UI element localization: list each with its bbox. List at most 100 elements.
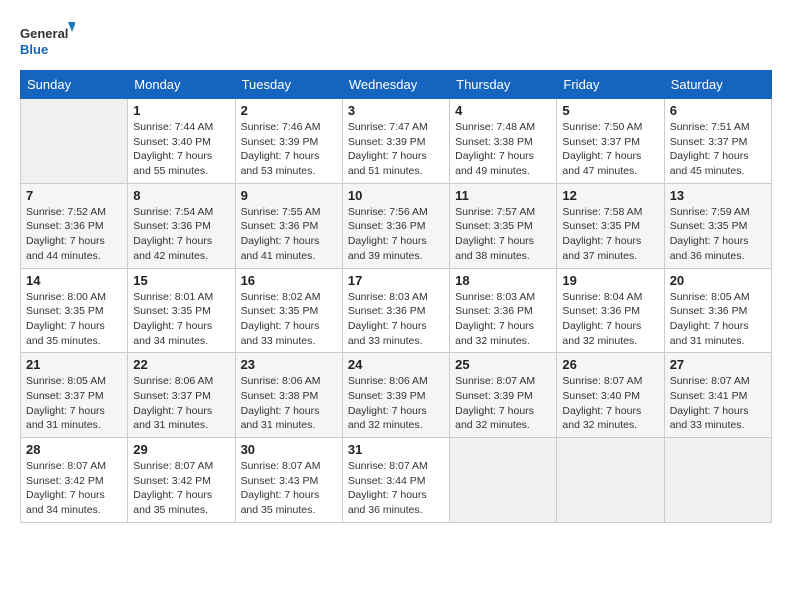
day-number: 19 — [562, 273, 658, 288]
day-info: Sunrise: 8:05 AMSunset: 3:36 PMDaylight:… — [670, 290, 766, 349]
calendar-cell: 23 Sunrise: 8:06 AMSunset: 3:38 PMDayligh… — [235, 353, 342, 438]
day-number: 28 — [26, 442, 122, 457]
day-info: Sunrise: 8:07 AMSunset: 3:42 PMDaylight:… — [26, 459, 122, 518]
calendar-header-row: SundayMondayTuesdayWednesdayThursdayFrid… — [21, 71, 772, 99]
calendar-cell: 22Sunrise: 8:06 AMSunset: 3:37 PMDayligh… — [128, 353, 235, 438]
day-number: 7 — [26, 188, 122, 203]
calendar-cell: 7Sunrise: 7:52 AMSunset: 3:36 PMDaylight… — [21, 183, 128, 268]
day-of-week-header: Wednesday — [342, 71, 449, 99]
page-header: General Blue — [20, 20, 772, 60]
day-info: Sunrise: 8:05 AMSunset: 3:37 PMDaylight:… — [26, 374, 122, 433]
calendar-cell: 25 Sunrise: 8:07 AMSunset: 3:39 PMDayligh… — [450, 353, 557, 438]
day-number: 24 — [348, 357, 444, 372]
day-of-week-header: Friday — [557, 71, 664, 99]
calendar-cell: 11Sunrise: 7:57 AMSunset: 3:35 PMDayligh… — [450, 183, 557, 268]
day-number: 2 — [241, 103, 337, 118]
calendar-cell: 26Sunrise: 8:07 AMSunset: 3:40 PMDayligh… — [557, 353, 664, 438]
day-number: 27 — [670, 357, 766, 372]
calendar-cell: 14 Sunrise: 8:00 AMSunset: 3:35 PMDayligh… — [21, 268, 128, 353]
calendar-cell: 6 Sunrise: 7:51 AMSunset: 3:37 PMDaylight… — [664, 99, 771, 184]
day-of-week-header: Saturday — [664, 71, 771, 99]
day-info: Sunrise: 8:06 AMSunset: 3:37 PMDaylight:… — [133, 374, 229, 433]
day-of-week-header: Monday — [128, 71, 235, 99]
day-number: 29 — [133, 442, 229, 457]
day-of-week-header: Sunday — [21, 71, 128, 99]
calendar-week-row: 1 Sunrise: 7:44 AMSunset: 3:40 PMDaylight… — [21, 99, 772, 184]
day-info: Sunrise: 7:51 AMSunset: 3:37 PMDaylight:… — [670, 120, 766, 179]
day-number: 25 — [455, 357, 551, 372]
day-number: 13 — [670, 188, 766, 203]
day-number: 8 — [133, 188, 229, 203]
calendar-cell: 29 Sunrise: 8:07 AMSunset: 3:42 PMDayligh… — [128, 438, 235, 523]
calendar-cell: 18 Sunrise: 8:03 AMSunset: 3:36 PMDayligh… — [450, 268, 557, 353]
calendar-cell — [450, 438, 557, 523]
day-number: 4 — [455, 103, 551, 118]
day-info: Sunrise: 7:44 AMSunset: 3:40 PMDaylight:… — [133, 120, 229, 179]
day-number: 12 — [562, 188, 658, 203]
day-info: Sunrise: 8:06 AMSunset: 3:39 PMDaylight:… — [348, 374, 444, 433]
day-number: 31 — [348, 442, 444, 457]
calendar-cell: 2 Sunrise: 7:46 AMSunset: 3:39 PMDaylight… — [235, 99, 342, 184]
day-info: Sunrise: 7:54 AMSunset: 3:36 PMDaylight:… — [133, 205, 229, 264]
calendar-cell: 13 Sunrise: 7:59 AMSunset: 3:35 PMDayligh… — [664, 183, 771, 268]
calendar-cell: 3Sunrise: 7:47 AMSunset: 3:39 PMDaylight… — [342, 99, 449, 184]
day-number: 9 — [241, 188, 337, 203]
day-info: Sunrise: 8:07 AMSunset: 3:39 PMDaylight:… — [455, 374, 551, 433]
calendar-cell: 5 Sunrise: 7:50 AMSunset: 3:37 PMDaylight… — [557, 99, 664, 184]
day-info: Sunrise: 7:50 AMSunset: 3:37 PMDaylight:… — [562, 120, 658, 179]
calendar-cell: 17 Sunrise: 8:03 AMSunset: 3:36 PMDayligh… — [342, 268, 449, 353]
calendar-cell: 24 Sunrise: 8:06 AMSunset: 3:39 PMDayligh… — [342, 353, 449, 438]
day-of-week-header: Thursday — [450, 71, 557, 99]
day-number: 14 — [26, 273, 122, 288]
calendar-cell: 4Sunrise: 7:48 AMSunset: 3:38 PMDaylight… — [450, 99, 557, 184]
calendar-cell — [664, 438, 771, 523]
day-info: Sunrise: 8:01 AMSunset: 3:35 PMDaylight:… — [133, 290, 229, 349]
calendar-cell: 19 Sunrise: 8:04 AMSunset: 3:36 PMDayligh… — [557, 268, 664, 353]
logo: General Blue — [20, 20, 75, 60]
day-number: 6 — [670, 103, 766, 118]
day-info: Sunrise: 8:02 AMSunset: 3:35 PMDaylight:… — [241, 290, 337, 349]
day-of-week-header: Tuesday — [235, 71, 342, 99]
day-number: 10 — [348, 188, 444, 203]
day-info: Sunrise: 7:57 AMSunset: 3:35 PMDaylight:… — [455, 205, 551, 264]
day-number: 3 — [348, 103, 444, 118]
calendar-cell: 8 Sunrise: 7:54 AMSunset: 3:36 PMDaylight… — [128, 183, 235, 268]
day-info: Sunrise: 7:56 AMSunset: 3:36 PMDaylight:… — [348, 205, 444, 264]
day-number: 16 — [241, 273, 337, 288]
day-info: Sunrise: 7:46 AMSunset: 3:39 PMDaylight:… — [241, 120, 337, 179]
calendar-cell — [21, 99, 128, 184]
calendar-week-row: 28 Sunrise: 8:07 AMSunset: 3:42 PMDayligh… — [21, 438, 772, 523]
day-info: Sunrise: 7:55 AMSunset: 3:36 PMDaylight:… — [241, 205, 337, 264]
day-info: Sunrise: 8:03 AMSunset: 3:36 PMDaylight:… — [455, 290, 551, 349]
calendar-week-row: 14 Sunrise: 8:00 AMSunset: 3:35 PMDayligh… — [21, 268, 772, 353]
calendar-cell: 30 Sunrise: 8:07 AMSunset: 3:43 PMDayligh… — [235, 438, 342, 523]
calendar-cell: 9 Sunrise: 7:55 AMSunset: 3:36 PMDaylight… — [235, 183, 342, 268]
day-number: 30 — [241, 442, 337, 457]
calendar-cell: 15 Sunrise: 8:01 AMSunset: 3:35 PMDayligh… — [128, 268, 235, 353]
svg-text:General: General — [20, 26, 68, 41]
calendar-cell: 27 Sunrise: 8:07 AMSunset: 3:41 PMDayligh… — [664, 353, 771, 438]
day-info: Sunrise: 8:07 AMSunset: 3:41 PMDaylight:… — [670, 374, 766, 433]
day-info: Sunrise: 7:59 AMSunset: 3:35 PMDaylight:… — [670, 205, 766, 264]
day-number: 5 — [562, 103, 658, 118]
day-number: 15 — [133, 273, 229, 288]
day-number: 17 — [348, 273, 444, 288]
calendar-cell: 28 Sunrise: 8:07 AMSunset: 3:42 PMDayligh… — [21, 438, 128, 523]
calendar-cell — [557, 438, 664, 523]
svg-text:Blue: Blue — [20, 42, 48, 57]
day-info: Sunrise: 8:00 AMSunset: 3:35 PMDaylight:… — [26, 290, 122, 349]
day-number: 20 — [670, 273, 766, 288]
calendar-week-row: 21 Sunrise: 8:05 AMSunset: 3:37 PMDayligh… — [21, 353, 772, 438]
day-info: Sunrise: 8:04 AMSunset: 3:36 PMDaylight:… — [562, 290, 658, 349]
day-info: Sunrise: 8:06 AMSunset: 3:38 PMDaylight:… — [241, 374, 337, 433]
day-number: 21 — [26, 357, 122, 372]
day-number: 23 — [241, 357, 337, 372]
calendar-cell: 16 Sunrise: 8:02 AMSunset: 3:35 PMDayligh… — [235, 268, 342, 353]
day-info: Sunrise: 8:07 AMSunset: 3:42 PMDaylight:… — [133, 459, 229, 518]
day-number: 18 — [455, 273, 551, 288]
logo-svg: General Blue — [20, 20, 75, 60]
day-info: Sunrise: 8:07 AMSunset: 3:43 PMDaylight:… — [241, 459, 337, 518]
day-number: 1 — [133, 103, 229, 118]
day-info: Sunrise: 8:03 AMSunset: 3:36 PMDaylight:… — [348, 290, 444, 349]
day-info: Sunrise: 7:58 AMSunset: 3:35 PMDaylight:… — [562, 205, 658, 264]
